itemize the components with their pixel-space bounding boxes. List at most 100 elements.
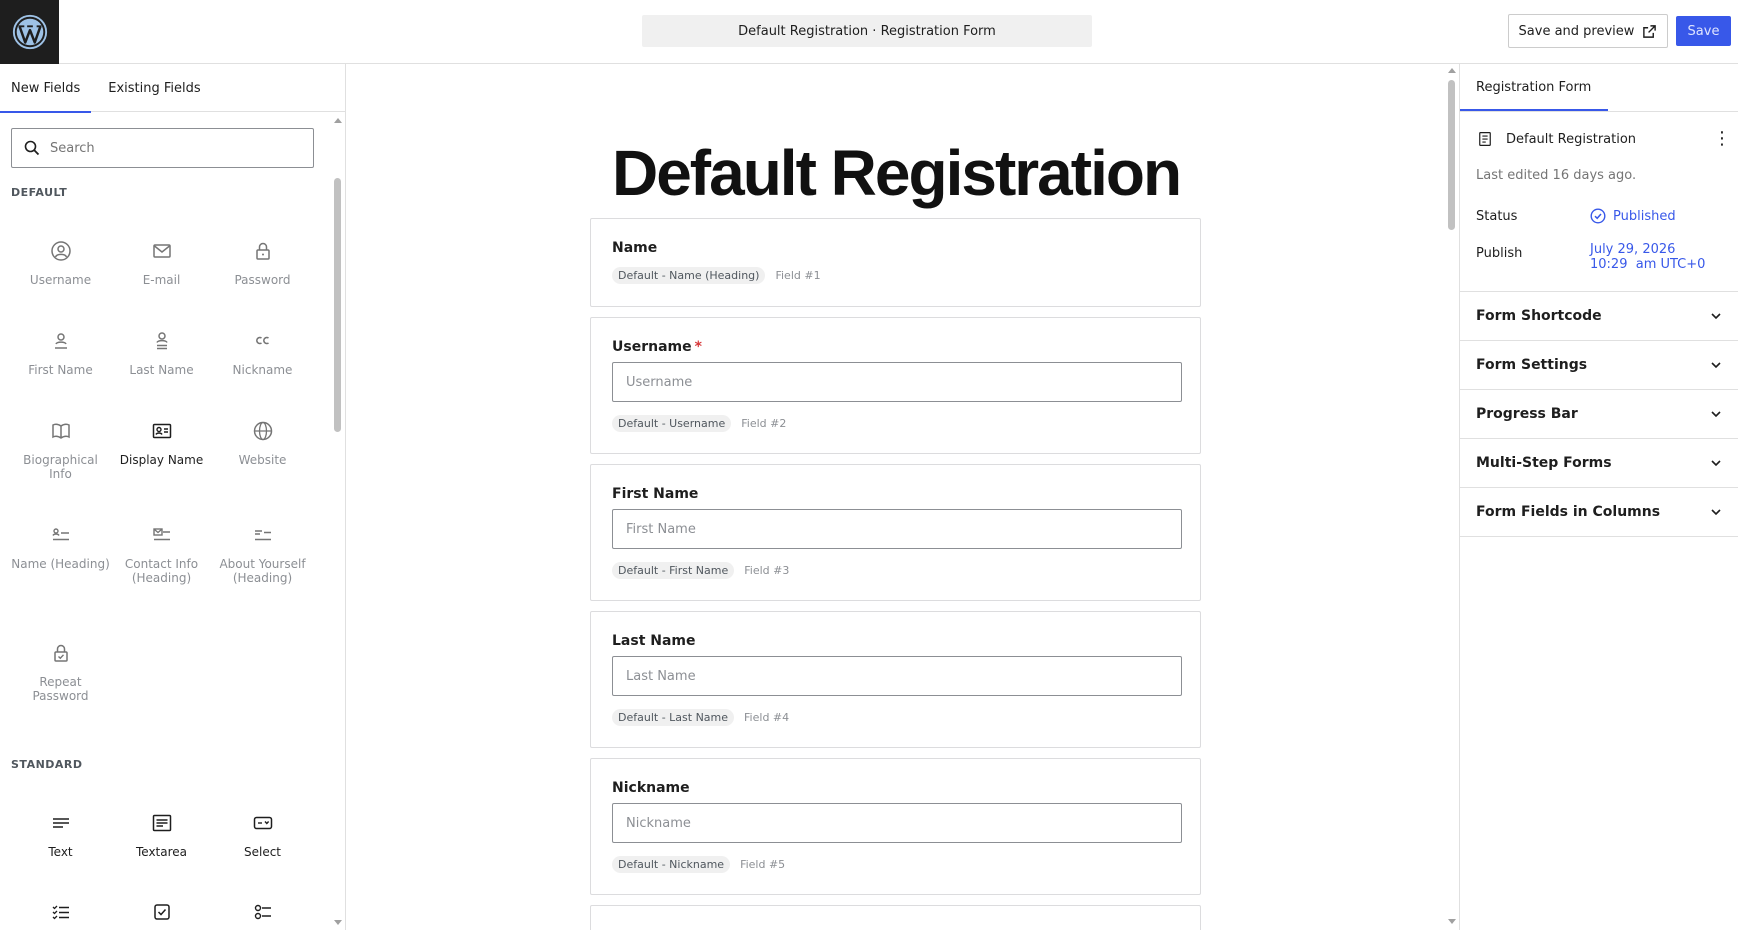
radio-list-icon bbox=[254, 904, 271, 920]
top-bar: Default Registration · Registration Form… bbox=[0, 0, 1738, 64]
field-number: Field #2 bbox=[741, 417, 787, 430]
form-field-username[interactable]: Username * Username Default - Username Fi… bbox=[590, 317, 1201, 454]
panel-form-settings[interactable]: Form Settings bbox=[1460, 341, 1738, 390]
status-value: Published bbox=[1613, 208, 1676, 224]
user-circle-icon bbox=[50, 241, 71, 261]
field-item-label: Text bbox=[48, 845, 73, 859]
select-icon bbox=[253, 816, 272, 830]
form-field-last-name[interactable]: Last Name Last Name Default - Last Name … bbox=[590, 611, 1201, 748]
field-number: Field #3 bbox=[744, 564, 790, 577]
chevron-down-icon bbox=[1711, 362, 1721, 369]
field-item-label: Textarea bbox=[135, 845, 188, 859]
canvas-scroll-up-arrow[interactable] bbox=[1448, 68, 1456, 73]
wordpress-logo-icon bbox=[12, 14, 47, 50]
field-tag: Default - Last Name bbox=[612, 709, 735, 726]
field-item-repeat-password[interactable]: Repeat Password bbox=[10, 641, 111, 703]
publish-date-button[interactable]: July 29, 2026 10:29 am UTC+0 bbox=[1590, 242, 1705, 272]
field-item-radio[interactable] bbox=[212, 900, 313, 930]
field-item-text[interactable]: Text bbox=[10, 811, 111, 859]
status-value-button[interactable]: Published bbox=[1590, 208, 1676, 224]
field-item-name-heading[interactable]: Name (Heading) bbox=[10, 523, 111, 571]
field-tag: Default - Nickname bbox=[612, 856, 731, 873]
field-label: Username * bbox=[612, 339, 702, 355]
id-card-icon bbox=[152, 423, 171, 439]
tab-new-fields[interactable]: New Fields bbox=[0, 64, 92, 113]
field-item-label: Password bbox=[234, 273, 291, 287]
chevron-down-icon bbox=[1711, 411, 1721, 418]
field-item-username[interactable]: Username bbox=[10, 239, 111, 287]
field-item-checklist[interactable] bbox=[10, 900, 111, 930]
field-label: Nickname bbox=[612, 780, 690, 796]
form-field-name[interactable]: Name Default - Name (Heading) Field #1 bbox=[590, 218, 1201, 307]
form-field-nickname[interactable]: Nickname Nickname Default - Nickname Fie… bbox=[590, 758, 1201, 895]
field-item-textarea[interactable]: Textarea bbox=[111, 811, 212, 859]
editor-canvas: Default Registration Name Default - Name… bbox=[346, 64, 1459, 930]
field-label: Last Name bbox=[612, 633, 696, 649]
field-item-website[interactable]: Website bbox=[212, 419, 313, 467]
checkbox-icon bbox=[153, 904, 170, 920]
field-item-contact-info-heading[interactable]: Contact Info (Heading) bbox=[111, 523, 212, 585]
form-field-contact-info[interactable] bbox=[590, 905, 1201, 930]
username-input[interactable]: Username bbox=[612, 362, 1182, 402]
settings-sidebar: Registration Form Default Registration ⋮… bbox=[1459, 64, 1738, 930]
field-item-select[interactable]: Select bbox=[212, 811, 313, 859]
field-item-display-name[interactable]: Display Name bbox=[111, 419, 212, 467]
field-item-checkbox[interactable] bbox=[111, 900, 212, 930]
form-field-first-name[interactable]: First Name First Name Default - First Na… bbox=[590, 464, 1201, 601]
lines-heading-icon bbox=[254, 530, 271, 541]
document-name: Default Registration bbox=[1506, 131, 1637, 147]
field-meta: Default - Username Field #2 bbox=[612, 415, 786, 432]
field-item-biographical-info[interactable]: Biographical Info bbox=[10, 419, 111, 481]
tab-registration-form[interactable]: Registration Form bbox=[1460, 64, 1608, 111]
document-title-bar[interactable]: Default Registration · Registration Form bbox=[642, 15, 1092, 47]
default-section-label: DEFAULT bbox=[11, 186, 68, 199]
field-item-about-yourself-heading[interactable]: About Yourself (Heading) bbox=[212, 523, 313, 585]
chevron-down-icon bbox=[1711, 509, 1721, 516]
search-input[interactable] bbox=[50, 140, 290, 156]
scroll-down-arrow[interactable] bbox=[334, 920, 342, 925]
save-button[interactable]: Save bbox=[1676, 16, 1731, 46]
nickname-input[interactable]: Nickname bbox=[612, 803, 1182, 843]
page-title[interactable]: Default Registration bbox=[346, 136, 1446, 210]
field-item-last-name[interactable]: Last Name bbox=[111, 329, 212, 377]
panel-form-fields-in-columns[interactable]: Form Fields in Columns bbox=[1460, 488, 1738, 537]
publish-time: 10:29 am UTC+0 bbox=[1590, 257, 1706, 272]
field-meta: Default - Name (Heading) Field #1 bbox=[612, 267, 821, 284]
canvas-scrollbar[interactable] bbox=[1446, 64, 1458, 930]
scroll-up-arrow[interactable] bbox=[334, 118, 342, 123]
field-item-password[interactable]: Password bbox=[212, 239, 313, 287]
field-item-email[interactable]: E-mail bbox=[111, 239, 212, 287]
field-item-label: E-mail bbox=[142, 273, 181, 287]
sidebar-scrollbar[interactable] bbox=[331, 112, 345, 930]
canvas-scroll-down-arrow[interactable] bbox=[1448, 919, 1456, 924]
last-name-input[interactable]: Last Name bbox=[612, 656, 1182, 696]
panel-title: Form Shortcode bbox=[1476, 308, 1602, 324]
first-name-input[interactable]: First Name bbox=[612, 509, 1182, 549]
field-item-label: Name (Heading) bbox=[11, 557, 110, 571]
field-item-label: Username bbox=[29, 273, 92, 287]
more-options-icon[interactable]: ⋮ bbox=[1713, 128, 1731, 149]
fields-sidebar: New Fields Existing Fields DEFAULT Usern… bbox=[0, 64, 346, 930]
panel-progress-bar[interactable]: Progress Bar bbox=[1460, 390, 1738, 439]
sidebar-scroll-thumb[interactable] bbox=[334, 178, 341, 432]
field-item-first-name[interactable]: First Name bbox=[10, 329, 111, 377]
panel-form-shortcode[interactable]: Form Shortcode bbox=[1460, 292, 1738, 341]
textarea-icon bbox=[152, 814, 171, 832]
field-item-label: Contact Info (Heading) bbox=[124, 557, 199, 585]
field-item-label: Display Name bbox=[119, 453, 204, 467]
publish-date: July 29, 2026 bbox=[1590, 242, 1676, 257]
canvas-scroll-thumb[interactable] bbox=[1448, 80, 1455, 230]
field-item-label: Nickname bbox=[232, 363, 293, 377]
wordpress-logo-button[interactable] bbox=[0, 0, 59, 64]
save-and-preview-button[interactable]: Save and preview bbox=[1508, 14, 1668, 48]
field-label-text: Username bbox=[612, 339, 692, 355]
envelope-icon bbox=[152, 244, 171, 258]
lock-check-icon bbox=[53, 644, 68, 662]
field-item-label: First Name bbox=[28, 363, 93, 377]
save-and-preview-label: Save and preview bbox=[1518, 23, 1635, 39]
field-item-label: About Yourself (Heading) bbox=[219, 557, 306, 585]
panel-multi-step-forms[interactable]: Multi-Step Forms bbox=[1460, 439, 1738, 488]
field-item-label: Biographical Info bbox=[23, 453, 98, 481]
tab-existing-fields[interactable]: Existing Fields bbox=[97, 64, 211, 112]
field-item-nickname[interactable]: Nickname bbox=[212, 329, 313, 377]
